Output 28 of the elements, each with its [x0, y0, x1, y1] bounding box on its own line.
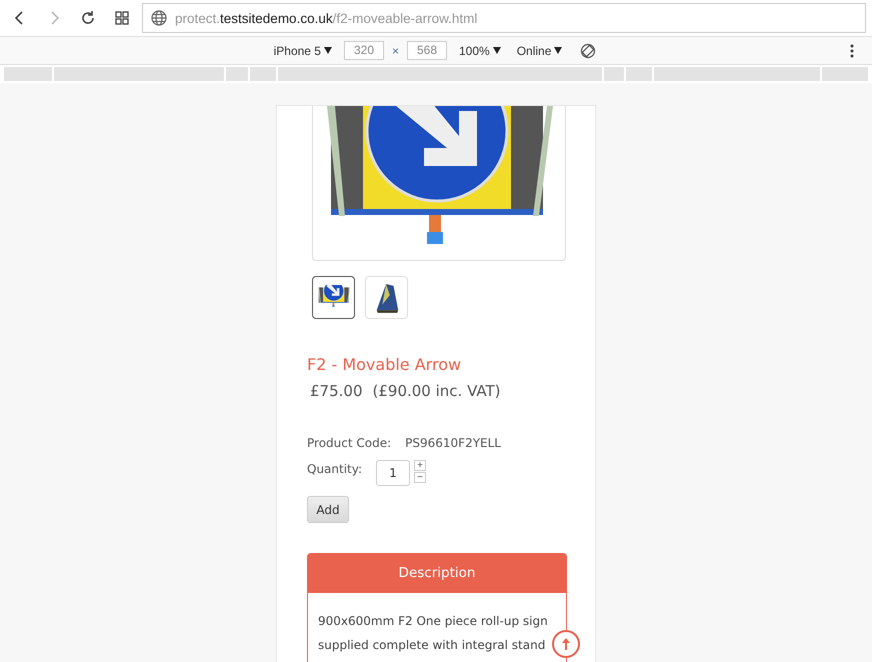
more-icon — [850, 44, 854, 58]
caret-icon — [554, 47, 562, 54]
caret-icon — [492, 47, 501, 54]
rotate-icon — [580, 42, 596, 58]
price-with-vat: (£90.00 inc. VAT) — [372, 382, 500, 400]
grid-icon — [115, 11, 129, 25]
product-code-label: Product Code: — [307, 436, 392, 450]
quantity-label: Quantity: — [307, 462, 362, 476]
up-arrow-icon — [561, 638, 571, 650]
thumbnail[interactable] — [312, 276, 355, 319]
decrement-button[interactable]: − — [414, 472, 426, 483]
caret-icon — [324, 47, 332, 54]
times-sign: × — [392, 44, 399, 58]
quantity-field[interactable]: 1 — [376, 460, 410, 486]
product-title: F2 - Movable Arrow — [307, 355, 462, 374]
device-dropdown[interactable]: iPhone 5 — [270, 44, 336, 58]
zoom-dropdown[interactable]: 100% — [455, 44, 505, 58]
product-code: PS96610F2YELL — [405, 436, 501, 450]
network-dropdown[interactable]: Online — [512, 44, 566, 58]
price: £75.00 — [310, 382, 362, 400]
height-field[interactable]: 568 — [407, 41, 447, 60]
reload-icon — [80, 10, 96, 26]
add-button[interactable]: Add — [307, 496, 349, 523]
globe-icon — [151, 10, 167, 26]
increment-button[interactable]: + — [414, 460, 426, 471]
width-field[interactable]: 320 — [344, 41, 384, 60]
address-field[interactable]: protect.testsitedemo.co.uk/f2-moveable-arrow.html — [142, 3, 866, 33]
description-text: 900x600mm F2 One piece roll-up sign supplied complete with integral stand — [318, 613, 549, 654]
